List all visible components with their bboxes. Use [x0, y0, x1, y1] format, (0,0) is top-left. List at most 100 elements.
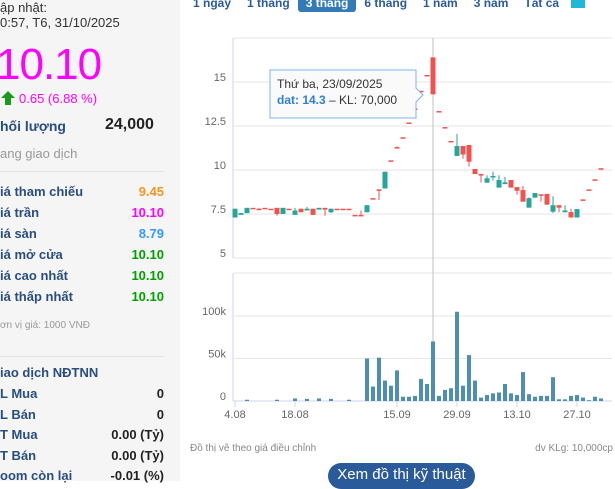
candle-body: [478, 174, 484, 176]
volume-bar: [371, 386, 375, 401]
volume-bar: [467, 355, 471, 401]
volume-bar: [599, 398, 603, 401]
volume-bar: [533, 396, 537, 401]
candle-body: [568, 212, 574, 218]
volume-bar: [479, 397, 483, 401]
candle-body: [328, 208, 334, 213]
x-tick-label: 29.09: [443, 409, 471, 421]
volume-bar: [401, 396, 405, 401]
volume-bar: [443, 389, 447, 401]
volume-tick-label: 50k: [208, 349, 226, 361]
volume-bar: [593, 396, 597, 401]
volume-bar: [455, 311, 459, 401]
candle-body: [508, 180, 514, 188]
volume-bar: [425, 384, 429, 401]
x-tick-label: 18.08: [281, 409, 309, 421]
candle-body: [592, 179, 598, 181]
x-tick-label: 15.09: [383, 409, 411, 421]
volume-bar: [365, 358, 369, 401]
volume-bar: [383, 380, 387, 401]
candle-body: [358, 214, 364, 217]
candle-body: [376, 189, 382, 191]
candle-body: [316, 207, 322, 210]
volume-bar: [275, 399, 279, 401]
volume-bar: [305, 398, 309, 401]
candle-body: [388, 160, 394, 162]
volume-bar: [539, 395, 543, 401]
x-tick-label: 4.08: [224, 409, 245, 421]
volume-bar: [389, 385, 393, 401]
candle-body: [442, 127, 448, 129]
volume-bar: [449, 388, 453, 401]
tooltip-series: dat: 14.3: [277, 93, 326, 107]
candle-body: [436, 111, 442, 113]
candle-body: [490, 175, 496, 178]
candle-body: [502, 182, 508, 185]
candle-body: [526, 198, 532, 208]
volume-bar: [437, 395, 441, 401]
candle-body: [262, 207, 268, 210]
price-tick-label: 10: [214, 160, 226, 172]
candle-body: [244, 207, 250, 214]
volume-bar: [407, 396, 411, 401]
candle-body: [460, 146, 466, 155]
candle-body: [448, 140, 454, 143]
candle-body: [484, 178, 490, 183]
volume-bar: [551, 377, 555, 401]
candle-body: [370, 198, 376, 200]
candle-body: [532, 193, 538, 198]
candle-body: [598, 168, 604, 170]
volume-bar: [587, 400, 591, 401]
volume-bar: [503, 384, 507, 401]
technical-chart-button[interactable]: Xem đồ thị kỹ thuật: [328, 463, 475, 489]
volume-tick-label: 100k: [202, 306, 226, 318]
volume-bar: [563, 399, 567, 401]
price-tick-label: 7.5: [211, 204, 226, 216]
volume-bar: [569, 395, 573, 401]
candle-body: [292, 210, 298, 215]
volume-unit-note: dv KLg: 10,000cp: [535, 443, 613, 454]
candle-body: [544, 193, 550, 205]
candle-body: [580, 199, 586, 201]
candle-body: [556, 205, 562, 208]
volume-bar: [545, 395, 549, 401]
candle-body: [280, 207, 286, 214]
tooltip-date: Thứ ba, 23/09/2025: [277, 77, 383, 91]
volume-bar: [329, 398, 333, 401]
candle-body: [256, 208, 262, 211]
volume-tick-label: 0: [220, 391, 226, 403]
candle-body: [586, 189, 592, 191]
volume-bar: [317, 398, 321, 401]
candle-body: [424, 74, 430, 77]
price-tick-label: 5: [220, 248, 226, 260]
candle-body: [310, 208, 316, 215]
candle-body: [346, 208, 352, 211]
candle-body: [562, 210, 568, 213]
candle-body: [274, 207, 280, 214]
candle-body: [232, 208, 238, 218]
candle-body: [472, 168, 478, 175]
candle-body: [382, 171, 388, 189]
price-chart[interactable]: 5 7.5 10 12.5 15 0 50k 100k 4.08 18.08 15.09 29.09 1…: [0, 0, 615, 481]
volume-bar: [515, 395, 519, 401]
price-tick-label: 15: [214, 72, 226, 84]
candle-body: [538, 194, 544, 196]
volume-bar: [413, 395, 417, 401]
candle-body: [496, 180, 502, 188]
candle-body: [466, 145, 472, 162]
volume-bar: [497, 392, 501, 401]
volume-bar: [575, 395, 579, 401]
volume-bar: [491, 393, 495, 401]
volume-bar: [485, 395, 489, 401]
x-tick-label: 27.10: [563, 409, 591, 421]
tooltip-values: dat: 14.3 – KL: 70,000: [277, 93, 397, 107]
tooltip-volume: KL: 70,000: [339, 93, 397, 107]
tooltip-sep: –: [326, 93, 339, 107]
candle-body: [574, 209, 580, 218]
candle-body: [550, 205, 556, 212]
volume-bar: [431, 341, 435, 401]
candle-body: [394, 147, 400, 149]
x-tick-label: 13.10: [503, 409, 531, 421]
candle-body: [352, 214, 358, 217]
volume-bar: [521, 372, 525, 401]
